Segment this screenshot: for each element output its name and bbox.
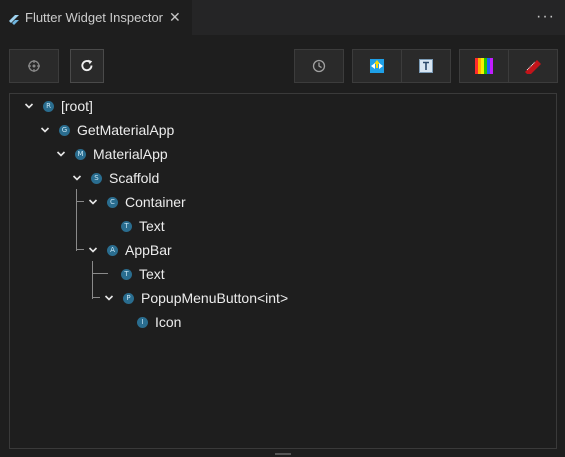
chevron-down-icon[interactable] [55,148,67,160]
repaint-rainbow-button[interactable] [459,49,509,83]
panel-resize-handle[interactable] [275,453,291,455]
widget-type-badge: C [107,196,118,208]
chevron-down-icon[interactable] [87,196,99,208]
tree-row-scaffold[interactable]: S Scaffold [71,166,159,190]
tab-title: Flutter Widget Inspector [25,10,163,25]
tree-row-root[interactable]: R [root] [23,94,93,118]
tree-node-label: [root] [61,98,93,114]
tree-connector [76,201,84,202]
debug-banner-button[interactable] [508,49,558,83]
widget-type-badge: A [107,244,118,256]
history-button[interactable] [294,49,344,83]
tree-node-label: Text [139,218,165,234]
tree-node-label: Icon [155,314,182,330]
tree-row-popupmenubutton[interactable]: P PopupMenuButton<int> [103,286,288,310]
debug-paint-button[interactable] [352,49,402,83]
tree-row-text[interactable]: T Text [121,262,165,286]
close-icon[interactable]: ✕ [169,9,181,26]
debug-banner-icon [523,58,543,74]
widget-tree: R [root] G GetMaterialApp M MaterialApp … [9,93,557,449]
widget-type-badge: P [123,292,134,304]
text-baseline-icon [419,59,433,73]
chevron-down-icon[interactable] [87,244,99,256]
widget-type-badge: G [59,124,70,136]
widget-type-badge: M [75,148,86,160]
refresh-tree-button[interactable] [70,49,104,83]
tree-connector [92,297,100,298]
widget-type-badge: S [91,172,102,184]
chevron-down-icon[interactable] [71,172,83,184]
widget-type-badge: R [43,100,54,112]
tree-row-appbar[interactable]: A AppBar [87,238,172,262]
tree-connector [76,189,77,251]
tree-node-label: PopupMenuButton<int> [141,290,289,306]
chevron-down-icon[interactable] [103,292,115,304]
tree-node-label: Text [139,266,165,282]
tree-node-label: GetMaterialApp [77,122,175,138]
refresh-icon [80,59,94,73]
chevron-down-icon[interactable] [23,100,35,112]
flutter-icon [9,13,19,25]
tree-node-label: MaterialApp [93,146,168,162]
tree-connector [92,273,108,274]
widget-type-badge: I [137,316,148,328]
more-actions-icon[interactable]: ··· [536,8,555,26]
inspector-toolbar [0,49,565,85]
tree-row-container[interactable]: C Container [87,190,186,214]
tree-row-text[interactable]: T Text [121,214,165,238]
tree-node-label: Scaffold [109,170,160,186]
select-widget-button[interactable] [9,49,59,83]
tree-connector [76,249,84,250]
crosshair-icon [27,59,41,73]
tab-bar: Flutter Widget Inspector ✕ ··· [0,0,565,35]
paint-baselines-button[interactable] [401,49,451,83]
widget-type-badge: T [121,268,132,280]
widget-type-badge: T [121,220,132,232]
debug-paint-icon [369,58,385,74]
rainbow-icon [475,58,493,74]
clock-icon [312,59,326,73]
tab-flutter-widget-inspector[interactable]: Flutter Widget Inspector ✕ [0,0,192,35]
tree-row-icon[interactable]: I Icon [137,310,181,334]
tree-node-label: Container [125,194,186,210]
tree-row-getmaterialapp[interactable]: G GetMaterialApp [39,118,174,142]
chevron-down-icon[interactable] [39,124,51,136]
tree-connector [92,261,93,299]
tree-row-materialapp[interactable]: M MaterialApp [55,142,168,166]
tree-node-label: AppBar [125,242,172,258]
